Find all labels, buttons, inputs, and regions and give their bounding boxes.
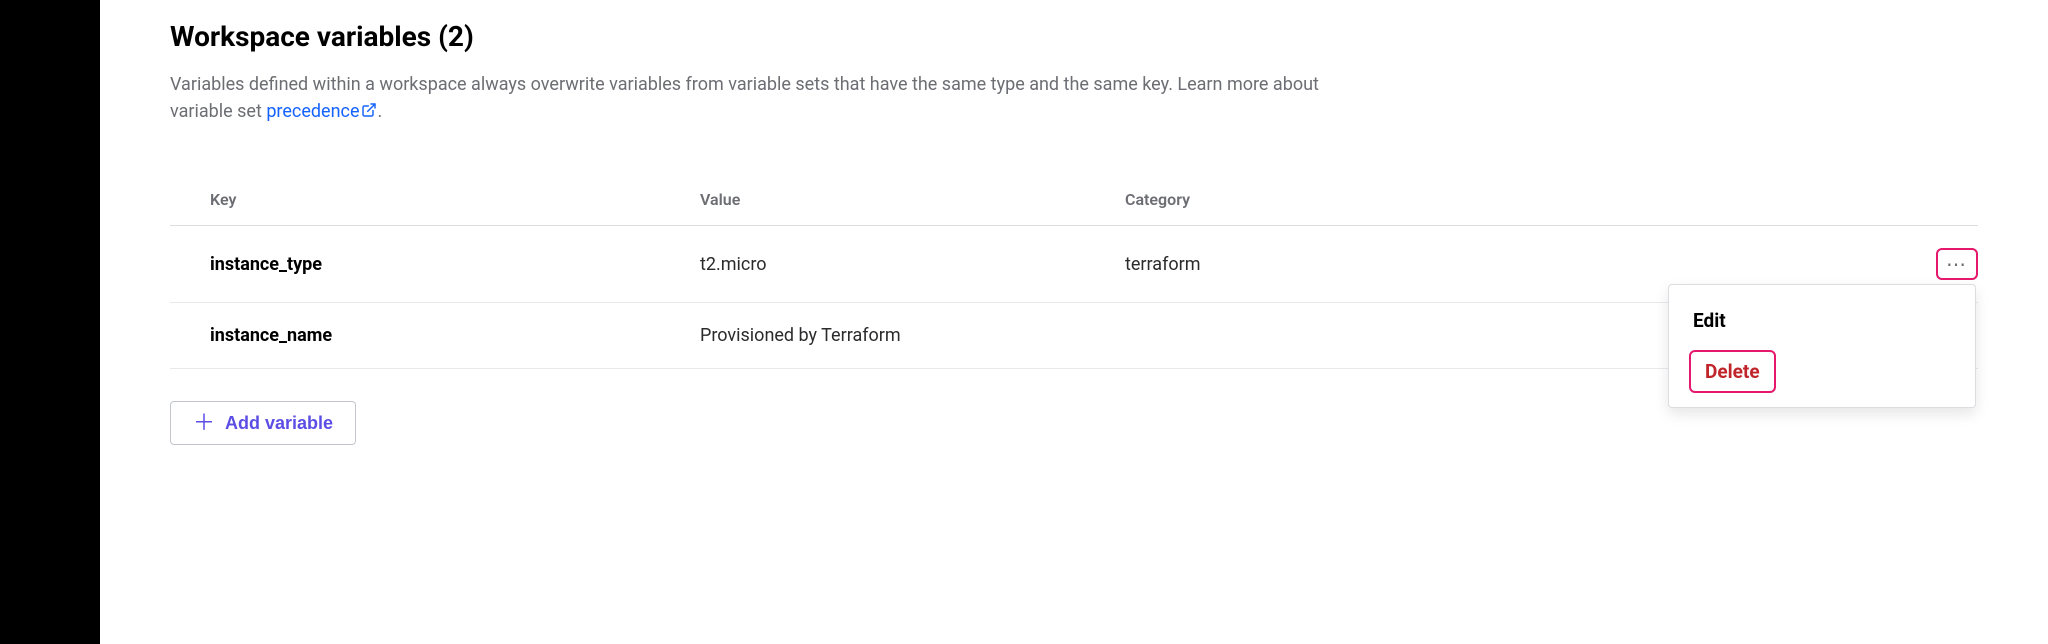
header-value: Value — [700, 190, 740, 209]
table-row: instance_type t2.micro terraform ⋯ Edit … — [170, 226, 1978, 303]
precedence-link-text: precedence — [266, 101, 359, 122]
row-key: instance_type — [210, 254, 322, 275]
precedence-link[interactable]: precedence — [266, 101, 377, 122]
description-suffix: . — [377, 101, 382, 122]
header-key: Key — [210, 190, 236, 209]
description-text: Variables defined within a workspace alw… — [170, 71, 1370, 126]
menu-item-delete[interactable]: Delete — [1689, 350, 1776, 393]
row-actions-button[interactable]: ⋯ — [1936, 248, 1978, 280]
add-variable-button[interactable]: ＋ Add variable — [170, 401, 356, 445]
variables-table: Key Value Category instance_type t2.micr… — [170, 176, 1978, 369]
main-content: Workspace variables (2) Variables define… — [100, 0, 2048, 644]
row-category: terraform — [1125, 254, 1200, 275]
left-sidebar — [0, 0, 100, 644]
plus-icon: ＋ — [193, 412, 215, 434]
add-variable-label: Add variable — [225, 413, 333, 434]
ellipsis-icon: ⋯ — [1946, 254, 1968, 274]
row-value: t2.micro — [700, 254, 767, 275]
row-actions-menu: Edit Delete — [1668, 284, 1976, 408]
menu-item-edit[interactable]: Edit — [1669, 297, 1975, 344]
page-title: Workspace variables (2) — [170, 20, 1978, 53]
row-value: Provisioned by Terraform — [700, 325, 901, 346]
header-category: Category — [1125, 190, 1190, 209]
table-header: Key Value Category — [170, 176, 1978, 226]
external-link-icon — [361, 99, 377, 126]
row-key: instance_name — [210, 325, 332, 346]
